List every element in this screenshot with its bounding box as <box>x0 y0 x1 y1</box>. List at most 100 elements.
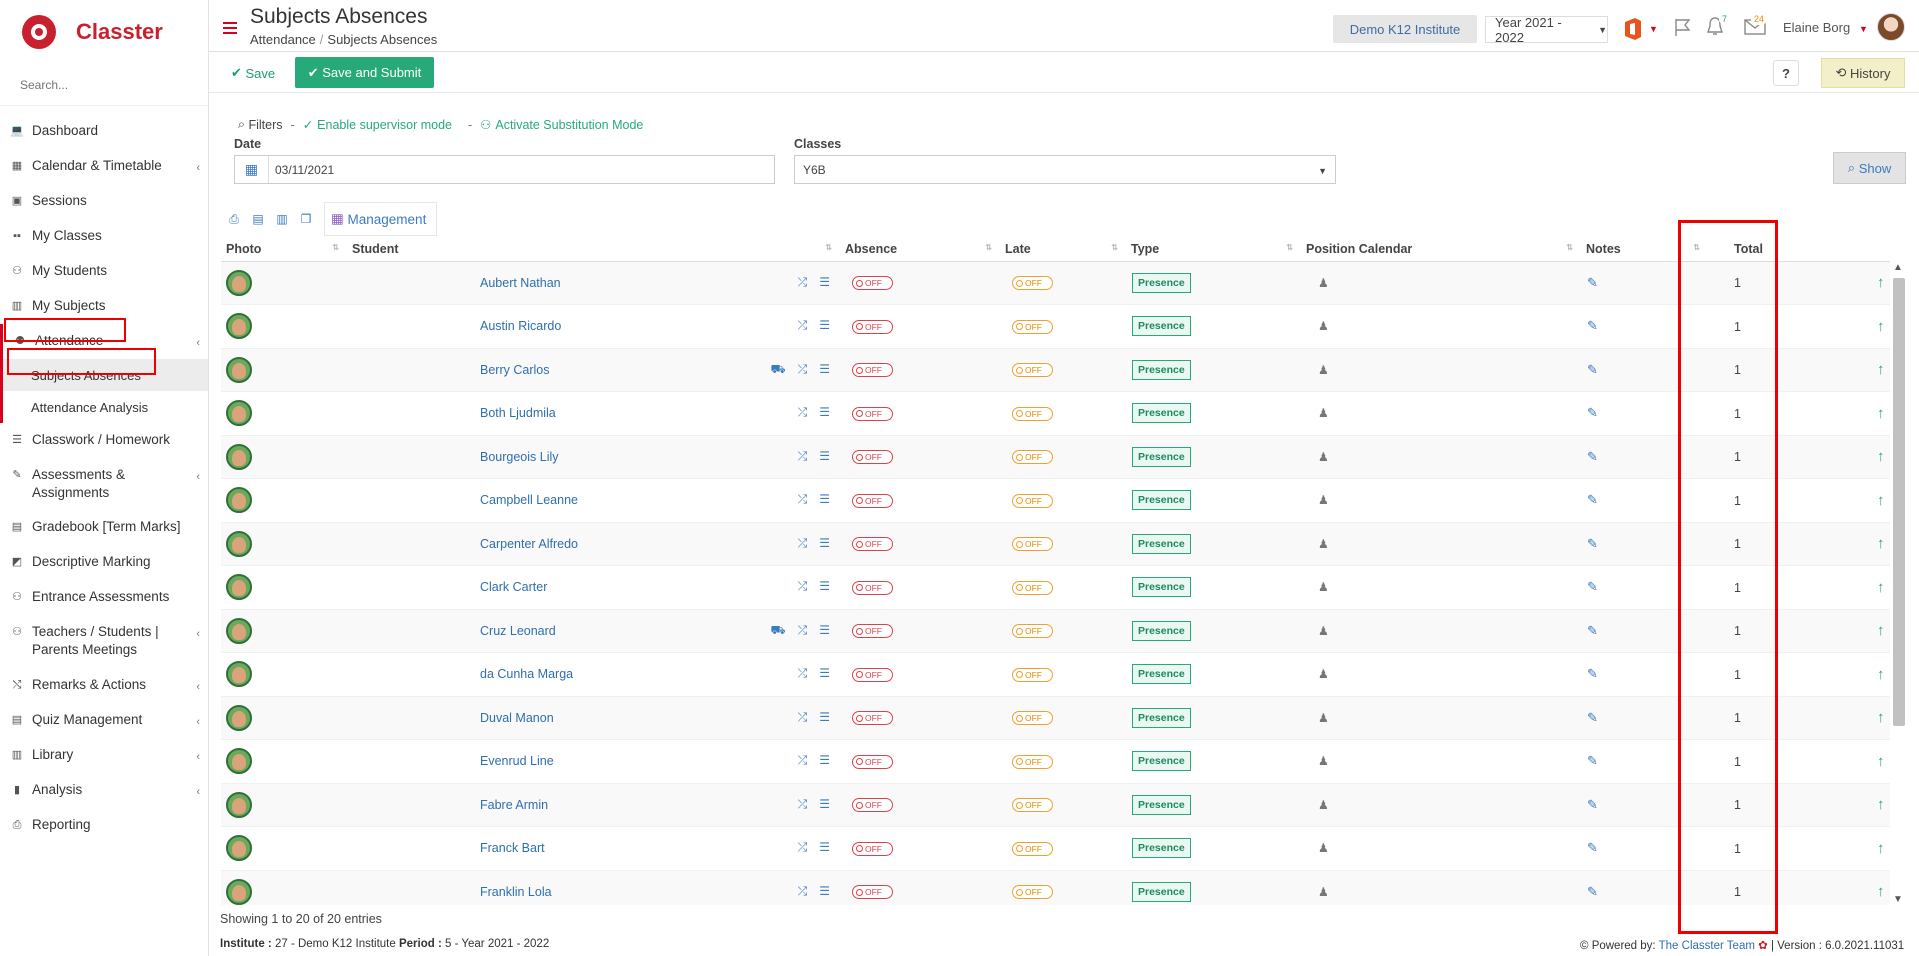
logo[interactable]: Classter <box>0 0 208 64</box>
scroll-thumb[interactable] <box>1893 278 1905 726</box>
sidebar-item-analysis[interactable]: ▮ Analysis ‹ <box>0 773 208 808</box>
list-icon[interactable]: ☰ <box>819 405 830 420</box>
list-icon[interactable]: ☰ <box>819 884 830 899</box>
absence-toggle[interactable]: OFF <box>852 363 893 377</box>
excel-icon[interactable]: ▤ <box>246 207 270 231</box>
type-presence-badge[interactable]: Presence <box>1132 577 1191 598</box>
student-name-link[interactable]: da Cunha Marga <box>480 667 573 681</box>
late-toggle[interactable]: OFF <box>1012 885 1053 899</box>
absence-toggle[interactable]: OFF <box>852 841 893 856</box>
sidebar-item-reporting[interactable]: ⎙ Reporting <box>0 808 208 843</box>
shuffle-icon[interactable]: ⤮ <box>798 623 808 639</box>
arrow-up-icon[interactable]: ↑ <box>1855 492 1885 509</box>
late-toggle[interactable]: OFF <box>1012 276 1053 290</box>
col-total[interactable]: Total <box>1708 237 1890 262</box>
sidebar-item-classwork-homework[interactable]: ☰ Classwork / Homework <box>0 423 208 458</box>
sidebar-item-entrance-assessments[interactable]: ⚇ Entrance Assessments <box>0 580 208 615</box>
position-marker-icon[interactable]: ♟ <box>1318 667 1329 681</box>
list-icon[interactable]: ☰ <box>819 536 830 551</box>
list-icon[interactable]: ☰ <box>819 666 830 681</box>
student-name-link[interactable]: Bourgeois Lily <box>480 450 559 464</box>
late-toggle[interactable]: OFF <box>1012 841 1053 856</box>
position-marker-icon[interactable]: ♟ <box>1318 580 1329 594</box>
list-icon[interactable]: ☰ <box>819 840 830 855</box>
edit-note-icon[interactable]: ✎ <box>1587 449 1598 464</box>
late-toggle[interactable]: OFF <box>1012 754 1053 769</box>
position-marker-icon[interactable]: ♟ <box>1318 537 1329 551</box>
type-presence-badge[interactable]: Presence <box>1132 838 1191 859</box>
arrow-up-icon[interactable]: ↑ <box>1855 666 1885 683</box>
list-icon[interactable]: ☰ <box>819 492 830 507</box>
type-presence-badge[interactable]: Presence <box>1132 881 1191 902</box>
search-input[interactable] <box>20 77 200 92</box>
edit-note-icon[interactable]: ✎ <box>1587 579 1598 594</box>
late-toggle[interactable]: OFF <box>1012 319 1053 334</box>
menu-toggle-icon[interactable] <box>223 22 237 34</box>
arrow-up-icon[interactable]: ↑ <box>1855 274 1885 291</box>
calendar-icon[interactable]: ▦ <box>235 156 269 183</box>
student-name-link[interactable]: Campbell Leanne <box>480 493 578 507</box>
position-marker-icon[interactable]: ♟ <box>1318 363 1329 377</box>
office-icon[interactable] <box>1623 18 1643 40</box>
arrow-up-icon[interactable]: ↑ <box>1855 535 1885 552</box>
sidebar-item-my-students[interactable]: ⚇ My Students <box>0 254 208 289</box>
student-name-link[interactable]: Fabre Armin <box>480 798 548 812</box>
edit-note-icon[interactable]: ✎ <box>1587 840 1598 855</box>
absence-toggle[interactable]: OFF <box>852 711 893 725</box>
sidebar-item-quiz-management[interactable]: ▤ Quiz Management ‹ <box>0 703 208 738</box>
absence-toggle[interactable]: OFF <box>852 580 893 595</box>
arrow-up-icon[interactable]: ↑ <box>1855 753 1885 770</box>
shuffle-icon[interactable]: ⤮ <box>798 884 808 899</box>
type-presence-badge[interactable]: Presence <box>1132 359 1191 380</box>
student-name-link[interactable]: Cruz Leonard <box>480 624 556 638</box>
type-presence-badge[interactable]: Presence <box>1132 316 1191 337</box>
classter-team-link[interactable]: The Classter Team <box>1659 940 1755 952</box>
late-toggle[interactable]: OFF <box>1012 363 1053 377</box>
shuffle-icon[interactable]: ⤮ <box>798 405 808 420</box>
position-marker-icon[interactable]: ♟ <box>1318 885 1329 899</box>
office-caret-icon[interactable]: ▼ <box>1649 24 1658 34</box>
late-toggle[interactable]: OFF <box>1012 667 1053 682</box>
enable-supervisor-link[interactable]: Enable supervisor mode <box>317 118 452 132</box>
bus-icon[interactable]: ⛟ <box>771 623 786 639</box>
edit-note-icon[interactable]: ✎ <box>1587 710 1598 725</box>
position-marker-icon[interactable]: ♟ <box>1318 493 1329 507</box>
edit-note-icon[interactable]: ✎ <box>1587 884 1598 899</box>
arrow-up-icon[interactable]: ↑ <box>1855 622 1885 639</box>
col-absence[interactable]: Absence ⇅ <box>840 237 1000 262</box>
filters-label[interactable]: Filters <box>248 118 282 132</box>
absence-toggle[interactable]: OFF <box>852 319 893 334</box>
student-name-link[interactable]: Duval Manon <box>480 711 554 725</box>
late-toggle[interactable]: OFF <box>1012 406 1053 421</box>
list-icon[interactable]: ☰ <box>819 318 830 333</box>
list-icon[interactable]: ☰ <box>819 579 830 594</box>
user-caret-icon[interactable]: ▼ <box>1859 24 1868 34</box>
activate-substitution-link[interactable]: Activate Substitution Mode <box>495 118 643 132</box>
late-toggle[interactable]: OFF <box>1012 537 1053 551</box>
date-field[interactable]: ▦ <box>234 155 775 184</box>
student-name-link[interactable]: Carpenter Alfredo <box>480 537 578 551</box>
edit-note-icon[interactable]: ✎ <box>1587 536 1598 551</box>
list-icon[interactable]: ☰ <box>819 753 830 768</box>
edit-note-icon[interactable]: ✎ <box>1587 492 1598 507</box>
list-icon[interactable]: ☰ <box>819 362 830 378</box>
edit-note-icon[interactable]: ✎ <box>1587 362 1598 377</box>
type-presence-badge[interactable]: Presence <box>1132 272 1191 293</box>
management-button[interactable]: ▦ Management <box>324 202 438 236</box>
sidebar-item-sessions[interactable]: ▣ Sessions <box>0 184 208 219</box>
absence-toggle[interactable]: OFF <box>852 798 893 812</box>
sidebar-subitem-attendance-analysis[interactable]: Attendance Analysis <box>0 391 208 423</box>
print-icon[interactable]: ⎙ <box>222 207 246 231</box>
edit-note-icon[interactable]: ✎ <box>1587 797 1598 812</box>
late-toggle[interactable]: OFF <box>1012 711 1053 725</box>
save-button[interactable]: ✔ Save <box>223 58 283 88</box>
sidebar-search[interactable] <box>0 64 208 106</box>
list-icon[interactable]: ☰ <box>819 797 830 812</box>
position-marker-icon[interactable]: ♟ <box>1318 841 1329 855</box>
arrow-up-icon[interactable]: ↑ <box>1855 405 1885 422</box>
show-button[interactable]: ⌕ Show <box>1833 152 1906 184</box>
edit-note-icon[interactable]: ✎ <box>1587 753 1598 768</box>
col-photo[interactable]: Photo ⇅ <box>221 237 347 262</box>
student-name-link[interactable]: Franklin Lola <box>480 885 552 899</box>
shuffle-icon[interactable]: ⤮ <box>798 579 808 594</box>
